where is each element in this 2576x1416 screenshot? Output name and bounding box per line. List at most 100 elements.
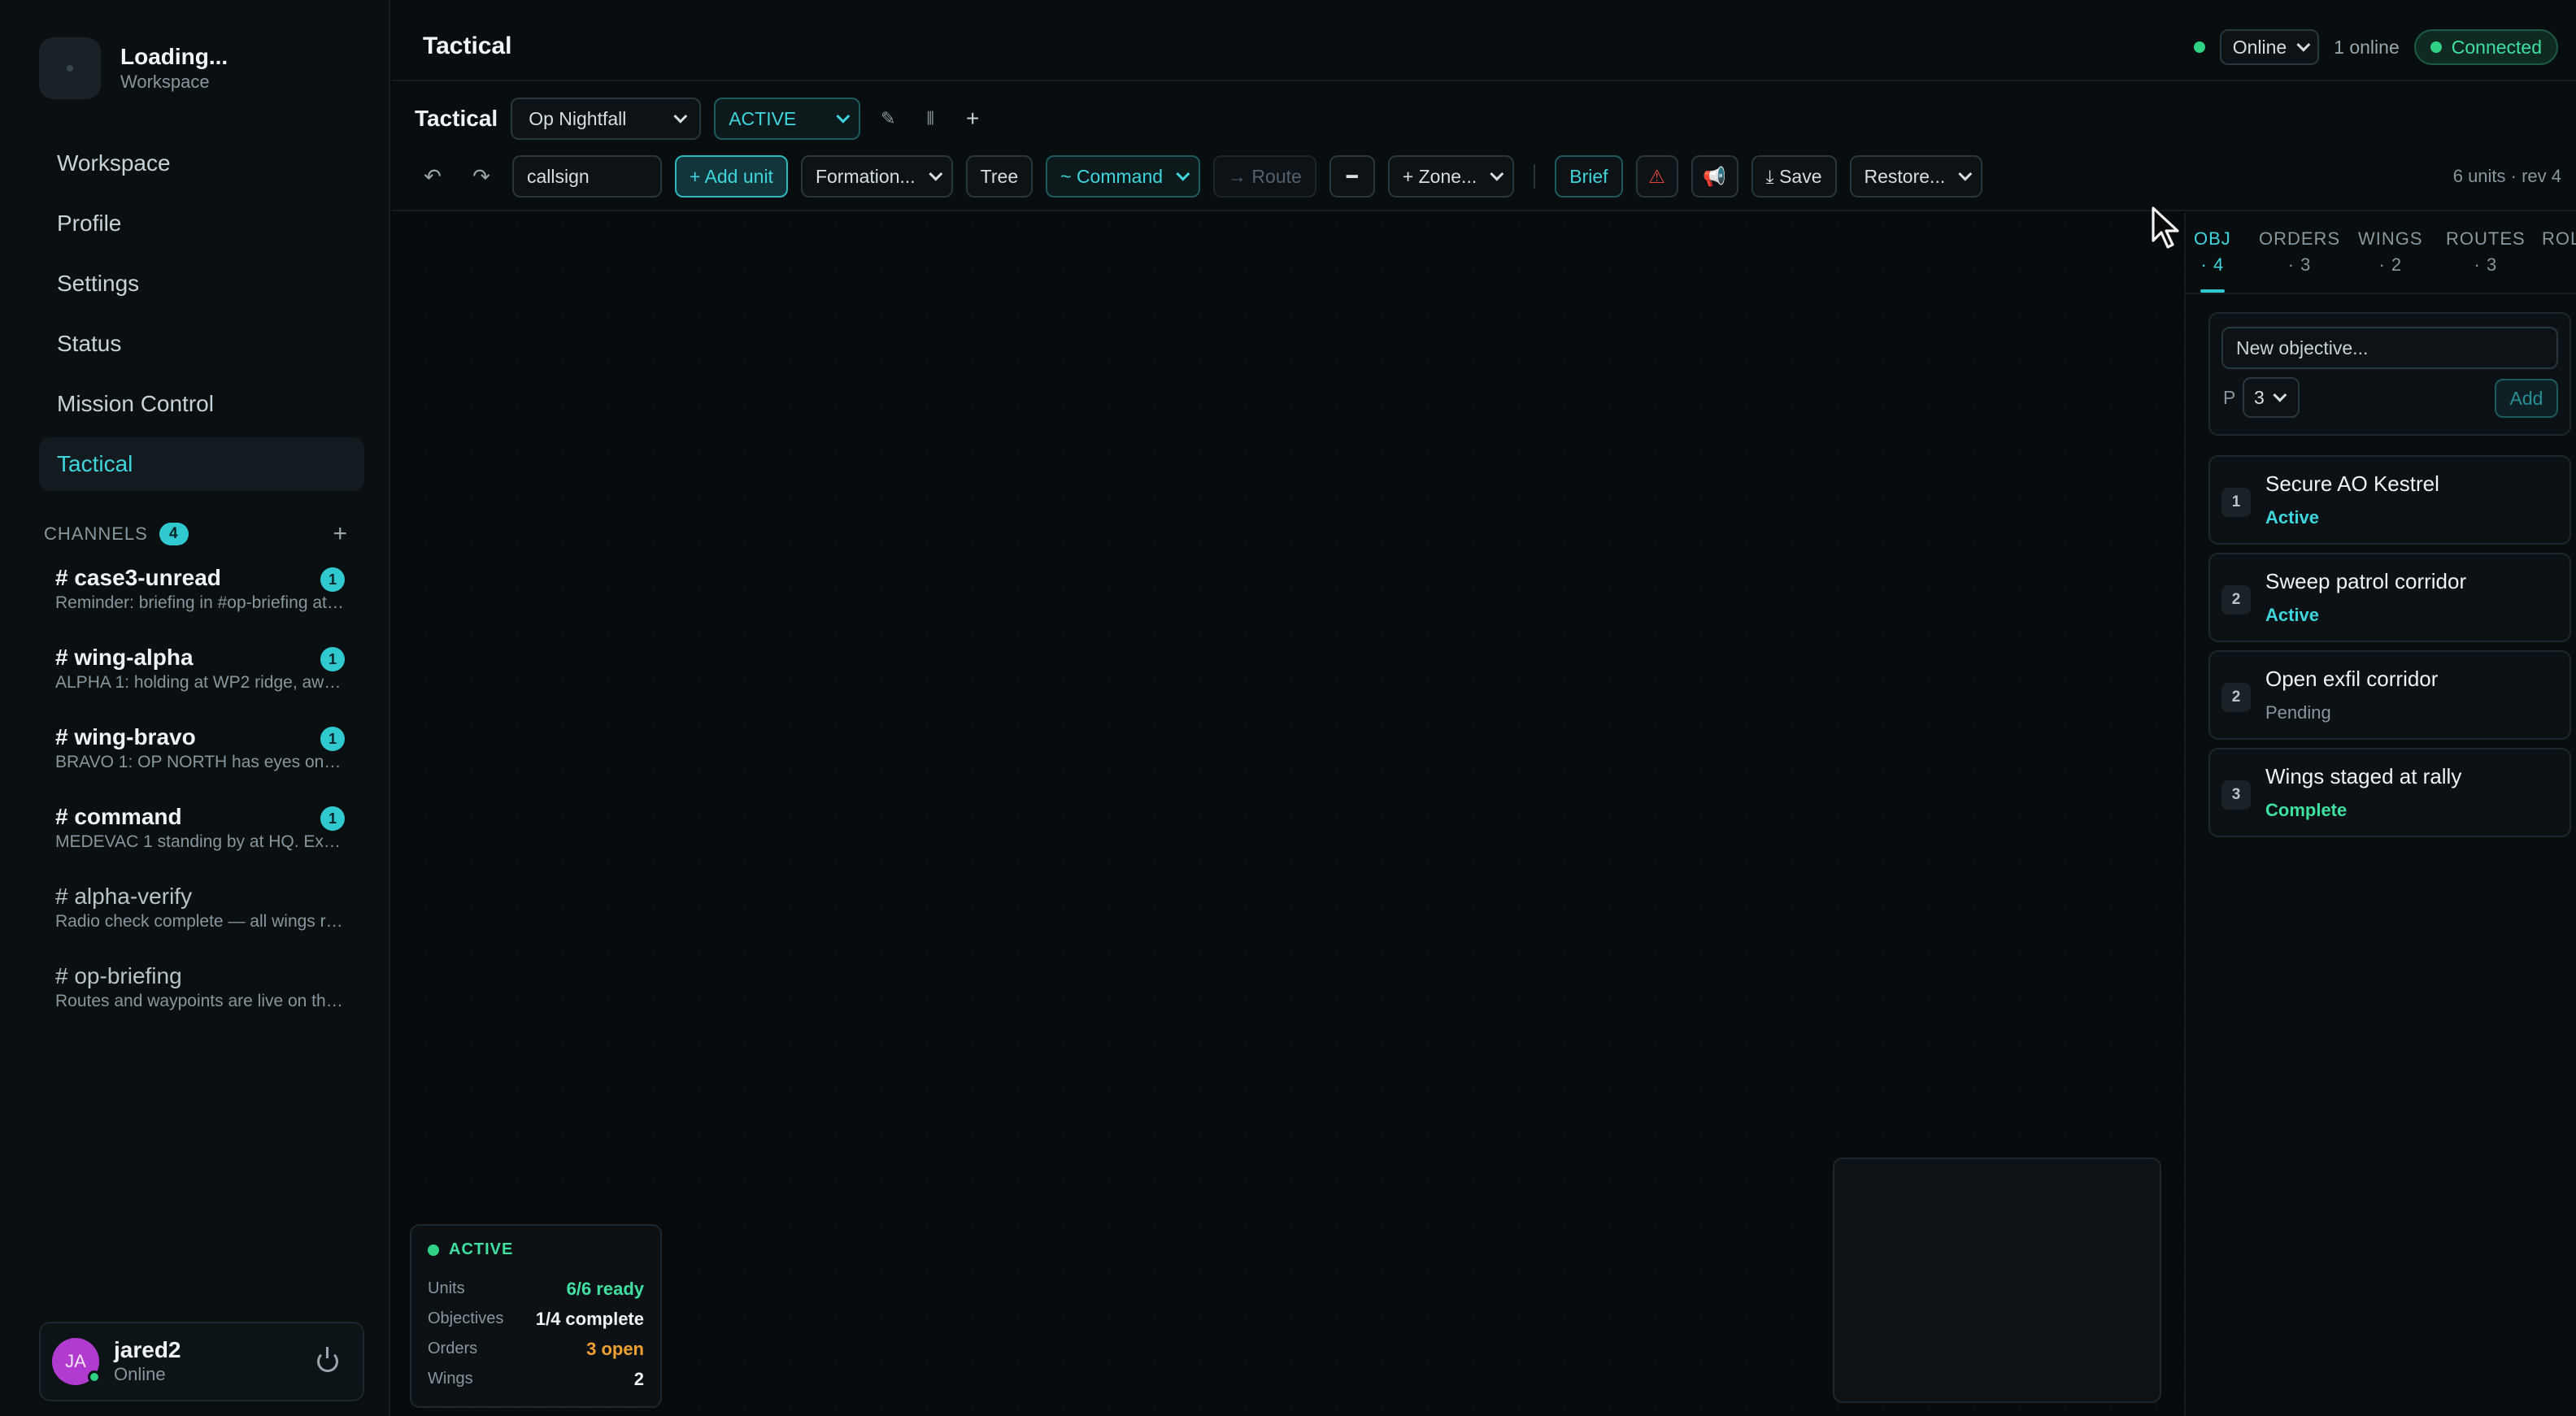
objective-card[interactable]: 3 Wings staged at rally Complete [2208,748,2571,837]
redo-icon[interactable]: ↷ [463,159,499,194]
tab-count: · 2 [2378,254,2403,275]
nav-item-workspace[interactable]: Workspace [39,137,364,190]
add-objective-button[interactable]: Add [2495,379,2558,418]
tab-label: ROUTES [2446,228,2526,249]
status-row-label: Wings [428,1370,473,1388]
zone-select[interactable]: + Zone... [1387,155,1515,198]
new-objective-input[interactable]: New objective... [2221,327,2558,369]
tree-button[interactable]: Tree [965,155,1033,198]
channel-name: # command [55,804,182,829]
operation-select[interactable]: Op Nightfall [511,98,702,140]
right-panel: OBJ · 4 ORDERS · 3 WINGS · 2 ROUTES · 3 … [2184,213,2576,1416]
pencil-icon[interactable]: ✎ [873,104,903,133]
restore-select[interactable]: Restore... [1849,155,1983,198]
unread-badge: 1 [320,647,345,671]
status-row-label: Units [428,1279,465,1297]
connection-status-badge: Connected [2413,29,2558,65]
priority-select[interactable]: 3 [2243,377,2300,418]
add-unit-button[interactable]: + Add unit [675,155,788,198]
channel-wing-alpha[interactable]: # wing-alpha ALPHA 1: holding at WP2 rid… [55,644,348,694]
objective-priority: 2 [2221,585,2251,615]
workspace-logo [39,37,101,99]
tab-count: · 4 [2200,254,2225,275]
objective-priority: 1 [2221,488,2251,517]
tab-wings[interactable]: WINGS · 2 [2358,226,2423,278]
objective-card[interactable]: 2 Sweep patrol corridor Active [2208,553,2571,642]
objective-status: Active [2265,605,2320,625]
command-select-value: ~ Command [1060,165,1164,187]
status-card-state: ACTIVE [449,1240,514,1258]
objective-title: Sweep patrol corridor [2265,569,2467,593]
status-row-label: Orders [428,1340,478,1357]
brief-button[interactable]: Brief [1555,155,1623,198]
user-card[interactable]: JA jared2 Online [39,1322,364,1401]
objective-title: Secure AO Kestrel [2265,471,2439,496]
unread-badge: 1 [320,727,345,751]
status-row-wings: Wings 2 [428,1364,644,1394]
channel-name: # wing-alpha [55,645,194,670]
user-status: Online [114,1364,166,1384]
add-channel-icon[interactable]: + [333,520,348,548]
status-row-value: 1/4 complete [535,1308,644,1329]
channel-preview: Routes and waypoints are live on the map… [55,992,345,1010]
chevron-down-icon [2296,37,2311,52]
trash-icon[interactable]: ⦀ [916,104,945,133]
operation-status-card: ACTIVE Units 6/6 ready Objectives 1/4 co… [410,1224,662,1408]
online-count: 1 online [2334,36,2400,58]
nav-item-tactical[interactable]: Tactical [39,437,364,491]
channel-preview: BRAVO 1: OP NORTH has eyes on the corrid… [55,753,345,771]
nav-item-status[interactable]: Status [39,317,364,371]
channel-command[interactable]: # command MEDEVAC 1 standing by at HQ. E… [55,803,348,854]
page-title: Tactical [423,33,512,59]
minimap[interactable] [1833,1158,2161,1403]
toolbar-label: Tactical [415,106,498,131]
tab-label: ROLES [2542,228,2576,249]
tactical-toolbar: Tactical Op Nightfall ACTIVE ✎ ⦀ + ↶ ↷ c… [392,83,2576,211]
objective-priority: 2 [2221,683,2251,712]
megaphone-icon[interactable]: 📢 [1690,155,1738,198]
workspace-header[interactable]: Loading... Workspace [39,37,228,99]
command-select[interactable]: ~ Command [1046,155,1201,198]
channels-count-badge: 4 [159,523,189,545]
save-button[interactable]: ⤓ Save [1751,155,1837,198]
channel-op-briefing[interactable]: # op-briefing Routes and waypoints are l… [55,962,348,1013]
status-row-units: Units 6/6 ready [428,1274,644,1304]
unread-badge: 1 [320,567,345,592]
nav-item-settings[interactable]: Settings [39,257,364,311]
objective-card[interactable]: 2 Open exfil corridor Pending [2208,650,2571,740]
presence-select-value: Online [2232,36,2287,58]
objective-card[interactable]: 1 Secure AO Kestrel Active [2208,455,2571,545]
chevron-down-icon [673,109,688,124]
channel-wing-bravo[interactable]: # wing-bravo BRAVO 1: OP NORTH has eyes … [55,723,348,774]
callsign-input[interactable]: callsign [512,155,662,198]
formation-select-value: Formation... [815,165,916,187]
status-row-value: 2 [633,1368,644,1389]
undo-icon[interactable]: ↶ [415,159,450,194]
channel-alpha-verify[interactable]: # alpha-verify Radio check complete — al… [55,883,348,933]
line-tool-icon[interactable]: ━ [1329,155,1375,198]
warning-icon[interactable]: ⚠ [1635,155,1678,198]
tab-count: · 3 [2287,254,2312,275]
route-button[interactable]: → Route [1213,155,1316,198]
channels-header: CHANNELS 4 + [44,520,348,548]
tab-orders[interactable]: ORDERS · 3 [2259,226,2340,278]
nav-item-profile[interactable]: Profile [39,197,364,250]
tab-routes[interactable]: ROUTES · 3 [2446,226,2526,278]
nav-item-mission-control[interactable]: Mission Control [39,377,364,431]
units-revision-label: 6 units · rev 4 [2452,166,2561,186]
chevron-down-icon [1176,167,1190,181]
chevron-down-icon [929,167,942,181]
channel-case3-unread[interactable]: # case3-unread Reminder: briefing in #op… [55,564,348,615]
tab-label: OBJ [2194,228,2231,249]
tab-roles[interactable]: ROLES [2542,226,2576,252]
status-row-objectives: Objectives 1/4 complete [428,1304,644,1334]
presence-select[interactable]: Online [2219,29,2320,65]
add-operation-icon[interactable]: + [958,104,987,133]
tab-objectives[interactable]: OBJ · 4 [2194,226,2231,293]
formation-select[interactable]: Formation... [800,155,953,198]
operation-status-select[interactable]: ACTIVE [714,98,861,140]
topbar: Tactical Online 1 online Connected [392,0,2576,81]
channel-name: # op-briefing [55,963,182,988]
channel-preview: ALPHA 1: holding at WP2 ridge, awaiting … [55,673,345,692]
power-icon[interactable] [317,1347,338,1372]
